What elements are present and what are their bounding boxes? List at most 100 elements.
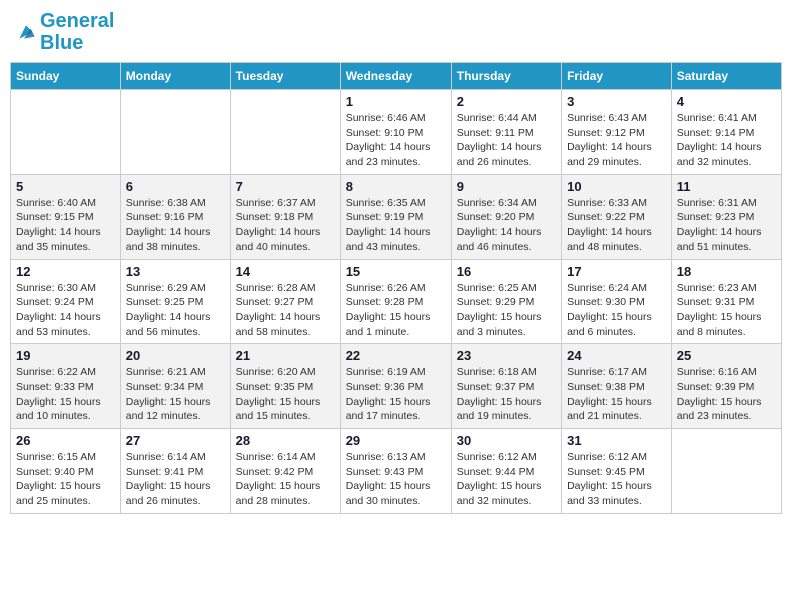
day-number: 16 (457, 264, 556, 279)
day-info: Sunrise: 6:44 AM Sunset: 9:11 PM Dayligh… (457, 111, 556, 170)
day-info: Sunrise: 6:29 AM Sunset: 9:25 PM Dayligh… (126, 281, 225, 340)
calendar-cell (11, 90, 121, 175)
day-number: 20 (126, 348, 225, 363)
calendar-cell: 16 Sunrise: 6:25 AM Sunset: 9:29 PM Dayli… (451, 259, 561, 344)
day-number: 11 (677, 179, 776, 194)
day-number: 4 (677, 94, 776, 109)
calendar-cell: 30 Sunrise: 6:12 AM Sunset: 9:44 PM Dayli… (451, 429, 561, 514)
day-info: Sunrise: 6:25 AM Sunset: 9:29 PM Dayligh… (457, 281, 556, 340)
day-info: Sunrise: 6:12 AM Sunset: 9:45 PM Dayligh… (567, 450, 666, 509)
day-number: 9 (457, 179, 556, 194)
logo-text: General Blue (40, 10, 114, 54)
day-number: 25 (677, 348, 776, 363)
day-info: Sunrise: 6:34 AM Sunset: 9:20 PM Dayligh… (457, 196, 556, 255)
weekday-header: Tuesday (230, 63, 340, 90)
day-number: 31 (567, 433, 666, 448)
day-info: Sunrise: 6:28 AM Sunset: 9:27 PM Dayligh… (236, 281, 335, 340)
weekday-header: Saturday (671, 63, 781, 90)
day-number: 24 (567, 348, 666, 363)
day-number: 5 (16, 179, 115, 194)
day-info: Sunrise: 6:41 AM Sunset: 9:14 PM Dayligh… (677, 111, 776, 170)
calendar-cell: 9 Sunrise: 6:34 AM Sunset: 9:20 PM Daylig… (451, 174, 561, 259)
calendar-cell (230, 90, 340, 175)
day-number: 7 (236, 179, 335, 194)
calendar-cell: 14 Sunrise: 6:28 AM Sunset: 9:27 PM Dayli… (230, 259, 340, 344)
day-info: Sunrise: 6:37 AM Sunset: 9:18 PM Dayligh… (236, 196, 335, 255)
day-number: 14 (236, 264, 335, 279)
calendar-cell: 13 Sunrise: 6:29 AM Sunset: 9:25 PM Dayli… (120, 259, 230, 344)
calendar-cell (120, 90, 230, 175)
calendar-cell: 17 Sunrise: 6:24 AM Sunset: 9:30 PM Dayli… (562, 259, 672, 344)
logo: General Blue (14, 10, 114, 54)
day-info: Sunrise: 6:14 AM Sunset: 9:41 PM Dayligh… (126, 450, 225, 509)
calendar-cell: 4 Sunrise: 6:41 AM Sunset: 9:14 PM Daylig… (671, 90, 781, 175)
day-info: Sunrise: 6:15 AM Sunset: 9:40 PM Dayligh… (16, 450, 115, 509)
day-info: Sunrise: 6:21 AM Sunset: 9:34 PM Dayligh… (126, 365, 225, 424)
calendar-cell: 20 Sunrise: 6:21 AM Sunset: 9:34 PM Dayli… (120, 344, 230, 429)
calendar-cell: 15 Sunrise: 6:26 AM Sunset: 9:28 PM Dayli… (340, 259, 451, 344)
calendar-cell: 26 Sunrise: 6:15 AM Sunset: 9:40 PM Dayli… (11, 429, 121, 514)
day-number: 15 (346, 264, 446, 279)
day-number: 13 (126, 264, 225, 279)
calendar-cell: 6 Sunrise: 6:38 AM Sunset: 9:16 PM Daylig… (120, 174, 230, 259)
day-number: 29 (346, 433, 446, 448)
day-number: 12 (16, 264, 115, 279)
day-number: 8 (346, 179, 446, 194)
page-header: General Blue (10, 10, 782, 54)
calendar-cell: 5 Sunrise: 6:40 AM Sunset: 9:15 PM Daylig… (11, 174, 121, 259)
calendar-cell: 22 Sunrise: 6:19 AM Sunset: 9:36 PM Dayli… (340, 344, 451, 429)
day-info: Sunrise: 6:16 AM Sunset: 9:39 PM Dayligh… (677, 365, 776, 424)
calendar-cell: 24 Sunrise: 6:17 AM Sunset: 9:38 PM Dayli… (562, 344, 672, 429)
calendar-cell: 2 Sunrise: 6:44 AM Sunset: 9:11 PM Daylig… (451, 90, 561, 175)
calendar-cell: 10 Sunrise: 6:33 AM Sunset: 9:22 PM Dayli… (562, 174, 672, 259)
calendar-cell: 28Sunrise: 6:14 AM Sunset: 9:42 PM Dayli… (230, 429, 340, 514)
day-info: Sunrise: 6:13 AM Sunset: 9:43 PM Dayligh… (346, 450, 446, 509)
day-info: Sunrise: 6:17 AM Sunset: 9:38 PM Dayligh… (567, 365, 666, 424)
day-info: Sunrise: 6:26 AM Sunset: 9:28 PM Dayligh… (346, 281, 446, 340)
calendar-cell: 18 Sunrise: 6:23 AM Sunset: 9:31 PM Dayli… (671, 259, 781, 344)
day-info: Sunrise: 6:19 AM Sunset: 9:36 PM Dayligh… (346, 365, 446, 424)
calendar-cell: 3 Sunrise: 6:43 AM Sunset: 9:12 PM Daylig… (562, 90, 672, 175)
day-number: 21 (236, 348, 335, 363)
day-number: 2 (457, 94, 556, 109)
calendar-cell: 12 Sunrise: 6:30 AM Sunset: 9:24 PM Dayli… (11, 259, 121, 344)
day-info: Sunrise: 6:22 AM Sunset: 9:33 PM Dayligh… (16, 365, 115, 424)
day-info: Sunrise: 6:40 AM Sunset: 9:15 PM Dayligh… (16, 196, 115, 255)
day-number: 17 (567, 264, 666, 279)
calendar-cell: 11Sunrise: 6:31 AM Sunset: 9:23 PM Dayli… (671, 174, 781, 259)
day-number: 6 (126, 179, 225, 194)
calendar-cell: 31 Sunrise: 6:12 AM Sunset: 9:45 PM Dayli… (562, 429, 672, 514)
day-number: 30 (457, 433, 556, 448)
day-number: 27 (126, 433, 225, 448)
day-info: Sunrise: 6:12 AM Sunset: 9:44 PM Dayligh… (457, 450, 556, 509)
day-number: 22 (346, 348, 446, 363)
day-number: 23 (457, 348, 556, 363)
calendar-cell: 29 Sunrise: 6:13 AM Sunset: 9:43 PM Dayli… (340, 429, 451, 514)
day-number: 26 (16, 433, 115, 448)
weekday-header: Sunday (11, 63, 121, 90)
weekday-header: Wednesday (340, 63, 451, 90)
day-info: Sunrise: 6:30 AM Sunset: 9:24 PM Dayligh… (16, 281, 115, 340)
day-info: Sunrise: 6:33 AM Sunset: 9:22 PM Dayligh… (567, 196, 666, 255)
day-info: Sunrise: 6:38 AM Sunset: 9:16 PM Dayligh… (126, 196, 225, 255)
day-number: 1 (346, 94, 446, 109)
calendar-table: SundayMondayTuesdayWednesdayThursdayFrid… (10, 62, 782, 514)
day-info: Sunrise: 6:46 AM Sunset: 9:10 PM Dayligh… (346, 111, 446, 170)
day-number: 10 (567, 179, 666, 194)
day-info: Sunrise: 6:20 AM Sunset: 9:35 PM Dayligh… (236, 365, 335, 424)
calendar-cell: 8 Sunrise: 6:35 AM Sunset: 9:19 PM Daylig… (340, 174, 451, 259)
day-info: Sunrise: 6:23 AM Sunset: 9:31 PM Dayligh… (677, 281, 776, 340)
calendar-cell (671, 429, 781, 514)
weekday-header: Friday (562, 63, 672, 90)
day-number: 18 (677, 264, 776, 279)
day-number: 28 (236, 433, 335, 448)
day-info: Sunrise: 6:24 AM Sunset: 9:30 PM Dayligh… (567, 281, 666, 340)
day-info: Sunrise: 6:43 AM Sunset: 9:12 PM Dayligh… (567, 111, 666, 170)
day-number: 3 (567, 94, 666, 109)
weekday-header: Monday (120, 63, 230, 90)
calendar-cell: 27 Sunrise: 6:14 AM Sunset: 9:41 PM Dayli… (120, 429, 230, 514)
day-info: Sunrise: 6:35 AM Sunset: 9:19 PM Dayligh… (346, 196, 446, 255)
weekday-header: Thursday (451, 63, 561, 90)
calendar-cell: 23Sunrise: 6:18 AM Sunset: 9:37 PM Dayli… (451, 344, 561, 429)
day-number: 19 (16, 348, 115, 363)
